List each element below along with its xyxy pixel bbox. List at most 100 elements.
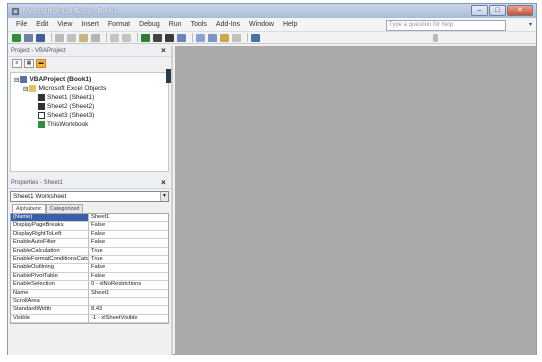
property-row[interactable]: ScrollArea — [11, 297, 168, 307]
toolbar-separator — [51, 33, 52, 42]
properties-pane-close-button[interactable]: × — [159, 178, 168, 188]
view-object-icon[interactable]: ▦ — [24, 59, 34, 68]
paste-icon[interactable] — [79, 33, 88, 42]
tree-item-label: Sheet3 (Sheet3) — [47, 112, 95, 119]
find-icon[interactable] — [91, 33, 100, 42]
property-name: ScrollArea — [11, 297, 89, 306]
tree-item-sheet2[interactable]: Sheet2 (Sheet2) — [14, 102, 165, 111]
menu-file[interactable]: File — [16, 21, 27, 28]
tree-item-excel-objects[interactable]: ⊟ Microsoft Excel Objects — [14, 84, 165, 93]
menu-tools[interactable]: Tools — [191, 21, 207, 28]
object-browser-icon[interactable] — [220, 33, 229, 42]
property-value[interactable]: 8.43 — [89, 306, 168, 313]
help-search-input[interactable]: Type a question for help — [386, 20, 506, 31]
save-icon[interactable] — [36, 33, 45, 42]
toggle-folders-icon[interactable]: ▬ — [36, 59, 46, 68]
property-value[interactable]: False — [89, 231, 168, 238]
toolbox-icon[interactable] — [232, 33, 241, 42]
property-value[interactable]: False — [89, 239, 168, 246]
project-tree: ⊟ VBAProject (Book1) ⊟ Microsoft Excel O… — [10, 72, 169, 172]
help-dropdown-icon[interactable]: ▾ — [529, 21, 532, 28]
code-workspace[interactable] — [175, 46, 536, 355]
menu-format[interactable]: Format — [108, 21, 130, 28]
property-value[interactable] — [89, 298, 168, 305]
reset-icon[interactable] — [165, 33, 174, 42]
sheet-icon — [38, 103, 45, 110]
tree-item-label: Sheet2 (Sheet2) — [47, 103, 95, 110]
property-row[interactable]: EnableAutoFilter False — [11, 239, 168, 248]
property-row[interactable]: Visible -1 - xlSheetVisible — [11, 314, 168, 324]
undo-icon[interactable] — [110, 33, 119, 42]
property-name: EnableAutoFilter — [11, 239, 89, 247]
property-row[interactable]: EnablePivotTable False — [11, 272, 168, 282]
tree-item-sheet3[interactable]: Sheet3 (Sheet3) — [14, 111, 165, 120]
view-code-icon[interactable]: ≡ — [12, 59, 22, 68]
chevron-down-icon[interactable]: ▼ — [160, 192, 168, 201]
minimize-button[interactable]: – — [471, 5, 488, 16]
property-name: Name — [11, 289, 89, 297]
object-select[interactable]: Sheet1 Worksheet ▼ — [10, 191, 169, 202]
tab-categorized[interactable]: Categorized — [45, 204, 84, 213]
property-row[interactable]: EnableFormatConditionsCalculationTrue — [11, 255, 168, 265]
property-name: DisplayRightToLeft — [11, 230, 89, 239]
standard-toolbar — [8, 32, 536, 44]
property-value[interactable]: False — [89, 273, 168, 280]
maximize-button[interactable]: □ — [489, 5, 506, 16]
tree-item-thisworkbook[interactable]: ThisWorkbook — [14, 120, 165, 129]
property-name: EnablePivotTable — [11, 272, 89, 281]
property-value[interactable]: True — [89, 256, 168, 263]
property-row[interactable]: EnableCalculation True — [11, 247, 168, 256]
close-button[interactable]: ✕ — [507, 5, 533, 16]
menu-run[interactable]: Run — [169, 21, 182, 28]
insert-module-icon[interactable] — [24, 33, 33, 42]
property-value[interactable]: False — [89, 222, 168, 229]
copy-icon[interactable] — [67, 33, 76, 42]
property-row[interactable]: StandardWidth 8.43 — [11, 306, 168, 315]
menu-debug[interactable]: Debug — [139, 21, 160, 28]
project-pane-title: Project - VBAProject — [11, 48, 66, 54]
break-icon[interactable] — [153, 33, 162, 42]
menu-view[interactable]: View — [57, 21, 72, 28]
property-value[interactable]: False — [89, 264, 168, 271]
property-row[interactable]: EnableSelection 0 - xlNoRestrictions — [11, 281, 168, 290]
project-pane-close-button[interactable]: × — [159, 46, 168, 56]
menu-insert[interactable]: Insert — [81, 21, 99, 28]
property-value[interactable]: True — [89, 248, 168, 255]
window-title: Microsoft Visual Basic - Book1 — [23, 7, 118, 15]
properties-tabs: Alphabetic Categorized — [12, 204, 169, 213]
property-row[interactable]: Name Sheet1 — [11, 289, 168, 298]
cut-icon[interactable] — [55, 33, 64, 42]
menu-addins[interactable]: Add-Ins — [216, 21, 240, 28]
workbook-icon — [38, 121, 45, 128]
property-row[interactable]: DisplayRightToLeft False — [11, 230, 168, 240]
project-explorer-icon[interactable] — [196, 33, 205, 42]
run-icon[interactable] — [141, 33, 150, 42]
property-row[interactable]: EnableOutlining False — [11, 264, 168, 273]
project-scrollbar[interactable] — [166, 69, 171, 83]
property-value[interactable]: 0 - xlNoRestrictions — [89, 281, 168, 288]
property-value[interactable]: -1 - xlSheetVisible — [89, 315, 168, 322]
collapse-icon[interactable]: ⊟ — [23, 85, 28, 93]
view-excel-icon[interactable] — [12, 33, 21, 42]
design-mode-icon[interactable] — [177, 33, 186, 42]
properties-window-icon[interactable] — [208, 33, 217, 42]
tab-alphabetic[interactable]: Alphabetic — [12, 204, 46, 213]
tree-item-vbaproject[interactable]: ⊟ VBAProject (Book1) — [14, 75, 165, 84]
folder-icon — [29, 85, 37, 92]
collapse-icon[interactable]: ⊟ — [14, 76, 19, 84]
property-name: DisplayPageBreaks — [11, 222, 89, 230]
property-value[interactable]: Sheet1 — [89, 214, 168, 221]
help-icon[interactable] — [251, 33, 260, 42]
menu-edit[interactable]: Edit — [36, 21, 48, 28]
property-row[interactable]: (Name) Sheet1 — [11, 214, 168, 223]
toolbar-options-icon[interactable] — [433, 33, 438, 42]
menu-help[interactable]: Help — [283, 21, 297, 28]
menu-window[interactable]: Window — [249, 21, 274, 28]
property-name: EnableOutlining — [11, 264, 89, 272]
tree-item-sheet1[interactable]: Sheet1 (Sheet1) — [14, 93, 165, 102]
vba-project-icon — [20, 76, 28, 83]
left-dock: Project - VBAProject × ≡ ▦ ▬ ⊟ VBAProjec… — [8, 46, 173, 355]
property-value[interactable]: Sheet1 — [89, 290, 168, 297]
property-row[interactable]: DisplayPageBreaks False — [11, 222, 168, 231]
redo-icon[interactable] — [122, 33, 131, 42]
